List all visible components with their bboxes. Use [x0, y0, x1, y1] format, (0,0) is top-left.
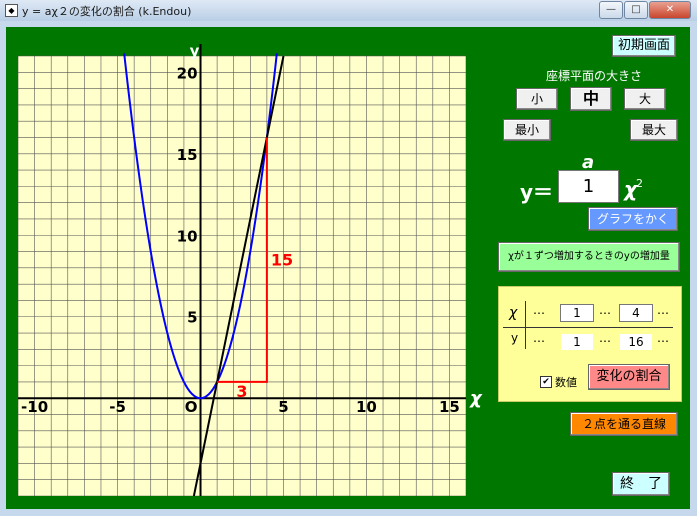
y2-value: 16 [619, 333, 653, 351]
draw-graph-button[interactable]: グラフをかく [588, 207, 678, 231]
equation-exponent: 2 [636, 177, 643, 190]
table-divider-h [503, 327, 673, 328]
origin-label: O [185, 398, 198, 416]
line-through-points-button[interactable]: ２点を通る直線 [570, 412, 678, 436]
dots: … [657, 331, 669, 345]
y1-value: 1 [560, 333, 594, 351]
rate-of-change-button[interactable]: 変化の割合 [588, 364, 670, 390]
y-axis-label: y [190, 44, 200, 60]
numeric-checkbox-label: 数値 [555, 376, 577, 389]
plane-size-label: 座標平面の大きさ [546, 69, 643, 83]
rate-panel: χ y … 1 … 4 … … 1 … 16 … ✔ 数値 変化の割合 [498, 286, 682, 402]
y-tick-label: 15 [177, 146, 198, 164]
numeric-checkbox[interactable]: ✔ [540, 376, 552, 388]
minimize-button[interactable]: — [599, 1, 623, 19]
dx-label: 3 [236, 382, 247, 401]
table-divider-v [525, 301, 526, 349]
equation-x: χ [624, 177, 637, 201]
x-tick-label: -10 [21, 398, 48, 416]
dots: … [657, 303, 669, 317]
large-button[interactable]: 大 [624, 88, 666, 110]
smallest-button[interactable]: 最小 [503, 119, 551, 141]
x2-input[interactable]: 4 [619, 304, 653, 322]
y-tick-label: 20 [177, 64, 198, 82]
increase-button[interactable]: χが１ずつ増加するときのyの増加量 [498, 242, 680, 272]
grid-background [18, 56, 466, 496]
x-tick-label: 10 [356, 398, 377, 416]
maximize-button[interactable]: □ [624, 1, 648, 19]
small-button[interactable]: 小 [516, 88, 558, 110]
a-value-input[interactable]: 1 [558, 170, 619, 203]
end-button[interactable]: 終 了 [612, 472, 670, 496]
y-tick-label: 5 [187, 309, 197, 327]
x-tick-label: -5 [109, 398, 126, 416]
dots: … [533, 303, 545, 317]
close-button[interactable]: ✕ [649, 1, 691, 19]
dy-label: 15 [271, 251, 293, 270]
window-icon[interactable]: ◆ [5, 4, 18, 17]
dots: … [533, 331, 545, 345]
x-axis-label: χ [470, 388, 482, 409]
x-tick-label: 5 [278, 398, 288, 416]
window-title: y = aχ２の変化の割合 (k.Endou) [22, 5, 192, 18]
y-row-label: y [511, 331, 519, 345]
initial-screen-button[interactable]: 初期画面 [612, 35, 676, 57]
x-tick-label: 15 [439, 398, 460, 416]
x-row-label: χ [509, 305, 518, 321]
dots: … [599, 303, 611, 317]
equation-y: y＝ [520, 180, 554, 204]
y-tick-label: 10 [177, 227, 198, 245]
coordinate-plane: -10 -5 5 10 15 5 10 15 20 O 3 15 y [18, 44, 466, 496]
dots: … [599, 331, 611, 345]
largest-button[interactable]: 最大 [630, 119, 678, 141]
medium-button[interactable]: 中 [570, 87, 612, 111]
title-bar: ◆ y = aχ２の変化の割合 (k.Endou) — □ ✕ [0, 0, 697, 22]
x1-input[interactable]: 1 [560, 304, 594, 322]
